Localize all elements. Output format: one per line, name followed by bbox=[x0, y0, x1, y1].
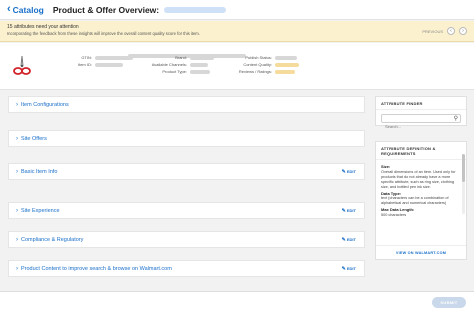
chevron-right-icon: › bbox=[16, 265, 18, 272]
chevron-right-icon: › bbox=[16, 135, 18, 142]
search-icon[interactable]: ⚲ bbox=[454, 115, 458, 123]
chevron-left-icon: ‹ bbox=[7, 3, 11, 15]
back-to-catalog-link[interactable]: ‹ Catalog bbox=[7, 4, 44, 15]
content-quality-label: Content Quality: bbox=[243, 62, 272, 67]
section-product-content[interactable]: › Product Content to improve search & bro… bbox=[8, 260, 365, 277]
chevron-left-icon: ‹ bbox=[450, 28, 452, 34]
footer-bar: SUBMIT bbox=[0, 291, 474, 312]
available-channels-label: Available Channels: bbox=[151, 62, 187, 67]
content-quality-value bbox=[275, 63, 299, 67]
attribute-finder: ATTRIBUTE FINDER ⚲ bbox=[375, 96, 467, 130]
redacted-item-name bbox=[164, 6, 227, 13]
redacted-product-name bbox=[128, 45, 246, 63]
edit-button[interactable]: EDIT bbox=[342, 208, 356, 214]
section-basic-item-info[interactable]: ›Basic Item Info EDIT bbox=[8, 163, 365, 180]
top-bar: ‹ Catalog Product & Offer Overview: bbox=[0, 0, 474, 20]
attention-subtitle: Incorporating the feedback from these in… bbox=[7, 31, 200, 36]
reviews-ratings-label: Reviews / Ratings: bbox=[238, 69, 272, 74]
previous-label: PREVIOUS bbox=[422, 28, 443, 34]
previous-arrow-button[interactable]: ‹ bbox=[447, 27, 455, 35]
data-type-description: text (characters can be a combination of… bbox=[381, 196, 449, 206]
chevron-right-icon: › bbox=[16, 168, 18, 175]
section-compliance-regulatory[interactable]: ›Compliance & Regulatory EDIT bbox=[8, 231, 365, 248]
attribute-finder-title: ATTRIBUTE FINDER bbox=[376, 97, 466, 110]
publish-status-label: Publish Status: bbox=[245, 55, 272, 60]
edit-button[interactable]: EDIT bbox=[342, 169, 356, 175]
attribute-search-box: ⚲ bbox=[381, 114, 461, 130]
next-arrow-button[interactable]: › bbox=[459, 27, 467, 35]
page-title: Product & Offer Overview: bbox=[52, 4, 160, 15]
gtin-label: GTIN: bbox=[81, 55, 92, 60]
back-link-label: Catalog bbox=[12, 4, 44, 15]
item-id-label: Item ID: bbox=[77, 62, 92, 67]
section-title: Product Content to improve search & brow… bbox=[21, 265, 172, 272]
chevron-right-icon: › bbox=[462, 28, 464, 34]
gtin-value bbox=[95, 56, 133, 60]
scrollbar-thumb[interactable] bbox=[462, 154, 465, 182]
attention-title: 15 attributes need your attention bbox=[7, 24, 79, 30]
reviews-ratings-value bbox=[275, 70, 295, 74]
edit-button[interactable]: EDIT bbox=[342, 266, 356, 272]
section-title: Basic Item Info bbox=[21, 168, 58, 175]
chevron-right-icon: › bbox=[16, 236, 18, 243]
size-description: Overall dimensions of an item. Used only… bbox=[381, 169, 456, 189]
edit-button[interactable]: EDIT bbox=[342, 237, 356, 243]
attribute-search-input[interactable] bbox=[382, 123, 452, 130]
view-on-walmart-link[interactable]: VIEW ON WALMART.COM bbox=[376, 245, 466, 259]
section-title: Site Offers bbox=[21, 135, 47, 142]
attention-banner: 15 attributes need your attention Incorp… bbox=[0, 21, 474, 42]
brand-value bbox=[190, 56, 214, 60]
brand-label: Brand: bbox=[175, 55, 187, 60]
available-channels-value bbox=[190, 63, 208, 67]
section-title: Compliance & Regulatory bbox=[21, 236, 84, 243]
product-type-value bbox=[190, 70, 210, 74]
insight-nav: PREVIOUS ‹ › bbox=[422, 27, 467, 35]
product-summary: GTIN: Item ID: Brand: Available Channels… bbox=[0, 43, 474, 90]
section-title: Item Configurations bbox=[21, 101, 69, 108]
submit-button[interactable]: SUBMIT bbox=[432, 297, 466, 308]
section-site-offers[interactable]: › Site Offers bbox=[8, 130, 365, 147]
publish-status-value bbox=[275, 56, 297, 60]
section-item-configurations[interactable]: › Item Configurations bbox=[8, 96, 365, 113]
product-thumbnail bbox=[13, 55, 31, 75]
attribute-definition-title: ATTRIBUTE DEFINITION & REQUIREMENTS bbox=[376, 142, 466, 160]
product-type-label: Product Type: bbox=[162, 69, 187, 74]
item-id-value bbox=[95, 63, 123, 67]
section-site-experience[interactable]: ›Site Experience EDIT bbox=[8, 202, 365, 219]
max-length-value: 500 characters bbox=[381, 213, 407, 218]
section-title: Site Experience bbox=[21, 207, 60, 214]
attribute-definition-body: Size: Overall dimensions of an item. Use… bbox=[376, 160, 466, 221]
chevron-right-icon: › bbox=[16, 101, 18, 108]
attribute-definition-panel: ATTRIBUTE DEFINITION & REQUIREMENTS Size… bbox=[375, 141, 467, 260]
chevron-right-icon: › bbox=[16, 207, 18, 214]
definition-scrollbar[interactable] bbox=[462, 154, 465, 214]
